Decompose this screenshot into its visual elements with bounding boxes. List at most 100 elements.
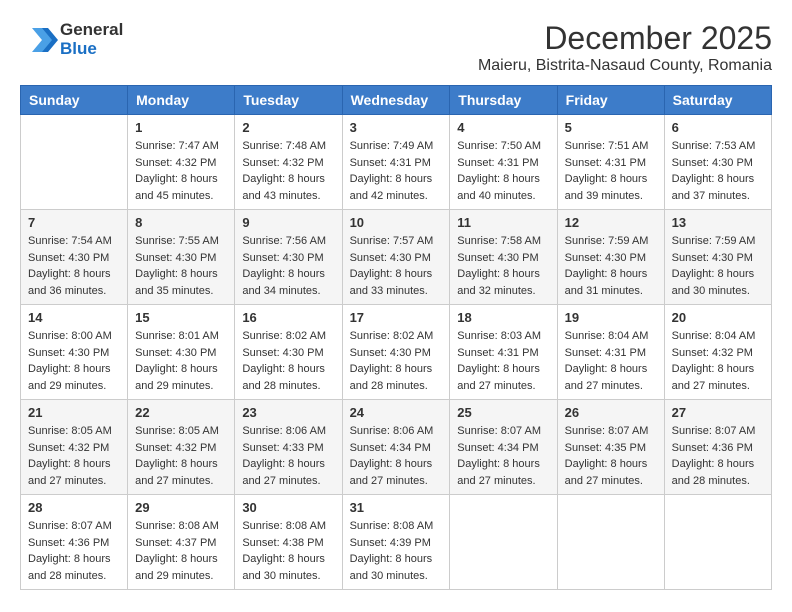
calendar-cell <box>557 495 664 590</box>
calendar-week-row: 14 Sunrise: 8:00 AM Sunset: 4:30 PM Dayli… <box>21 305 772 400</box>
day-info: Sunrise: 8:04 AM Sunset: 4:31 PM Dayligh… <box>565 328 657 394</box>
day-number: 30 <box>242 500 334 515</box>
logo: General Blue <box>20 20 123 60</box>
day-number: 9 <box>242 215 334 230</box>
day-info: Sunrise: 8:06 AM Sunset: 4:33 PM Dayligh… <box>242 423 334 489</box>
calendar-cell: 27Sunrise: 8:07 AM Sunset: 4:36 PM Dayli… <box>664 400 771 495</box>
page-header: General Blue December 2025 Maieru, Bistr… <box>20 20 772 75</box>
day-number: 26 <box>565 405 657 420</box>
day-info: Sunrise: 7:54 AM Sunset: 4:30 PM Dayligh… <box>28 233 120 299</box>
day-number: 16 <box>242 310 334 325</box>
day-number: 20 <box>672 310 764 325</box>
calendar-cell: 31Sunrise: 8:08 AM Sunset: 4:39 PM Dayli… <box>342 495 450 590</box>
day-number: 28 <box>28 500 120 515</box>
day-info: Sunrise: 7:58 AM Sunset: 4:30 PM Dayligh… <box>457 233 549 299</box>
calendar-cell: 9 Sunrise: 7:56 AM Sunset: 4:30 PM Daylig… <box>235 210 342 305</box>
day-number: 5 <box>565 120 657 135</box>
calendar-cell: 29 Sunrise: 8:08 AM Sunset: 4:37 PM Dayli… <box>128 495 235 590</box>
day-info: Sunrise: 8:08 AM Sunset: 4:37 PM Dayligh… <box>135 518 227 584</box>
day-number: 31 <box>350 500 443 515</box>
calendar-cell: 16 Sunrise: 8:02 AM Sunset: 4:30 PM Dayli… <box>235 305 342 400</box>
calendar-cell: 18Sunrise: 8:03 AM Sunset: 4:31 PM Dayli… <box>450 305 557 400</box>
calendar-cell: 26Sunrise: 8:07 AM Sunset: 4:35 PM Dayli… <box>557 400 664 495</box>
calendar-cell: 25 Sunrise: 8:07 AM Sunset: 4:34 PM Dayli… <box>450 400 557 495</box>
calendar-cell: 7 Sunrise: 7:54 AM Sunset: 4:30 PM Daylig… <box>21 210 128 305</box>
day-info: Sunrise: 7:49 AM Sunset: 4:31 PM Dayligh… <box>350 138 443 204</box>
calendar-cell <box>450 495 557 590</box>
day-info: Sunrise: 7:47 AM Sunset: 4:32 PM Dayligh… <box>135 138 227 204</box>
day-info: Sunrise: 7:50 AM Sunset: 4:31 PM Dayligh… <box>457 138 549 204</box>
day-number: 10 <box>350 215 443 230</box>
weekday-header: Friday <box>557 86 664 115</box>
day-info: Sunrise: 8:07 AM Sunset: 4:36 PM Dayligh… <box>28 518 120 584</box>
weekday-header: Saturday <box>664 86 771 115</box>
day-info: Sunrise: 7:53 AM Sunset: 4:30 PM Dayligh… <box>672 138 764 204</box>
calendar-week-row: 28 Sunrise: 8:07 AM Sunset: 4:36 PM Dayli… <box>21 495 772 590</box>
day-info: Sunrise: 8:05 AM Sunset: 4:32 PM Dayligh… <box>135 423 227 489</box>
logo-icon <box>20 20 60 60</box>
calendar-cell: 19 Sunrise: 8:04 AM Sunset: 4:31 PM Dayli… <box>557 305 664 400</box>
calendar-cell: 22Sunrise: 8:05 AM Sunset: 4:32 PM Dayli… <box>128 400 235 495</box>
day-info: Sunrise: 7:56 AM Sunset: 4:30 PM Dayligh… <box>242 233 334 299</box>
day-number: 18 <box>457 310 549 325</box>
day-number: 25 <box>457 405 549 420</box>
day-number: 8 <box>135 215 227 230</box>
day-info: Sunrise: 7:59 AM Sunset: 4:30 PM Dayligh… <box>565 233 657 299</box>
calendar-cell: 30 Sunrise: 8:08 AM Sunset: 4:38 PM Dayli… <box>235 495 342 590</box>
calendar-cell: 3 Sunrise: 7:49 AM Sunset: 4:31 PM Daylig… <box>342 115 450 210</box>
day-info: Sunrise: 8:00 AM Sunset: 4:30 PM Dayligh… <box>28 328 120 394</box>
calendar-cell: 1Sunrise: 7:47 AM Sunset: 4:32 PM Daylig… <box>128 115 235 210</box>
day-number: 11 <box>457 215 549 230</box>
day-number: 21 <box>28 405 120 420</box>
day-number: 14 <box>28 310 120 325</box>
calendar-cell: 15Sunrise: 8:01 AM Sunset: 4:30 PM Dayli… <box>128 305 235 400</box>
calendar-cell <box>664 495 771 590</box>
day-info: Sunrise: 7:48 AM Sunset: 4:32 PM Dayligh… <box>242 138 334 204</box>
day-number: 29 <box>135 500 227 515</box>
day-number: 15 <box>135 310 227 325</box>
day-number: 19 <box>565 310 657 325</box>
day-info: Sunrise: 8:02 AM Sunset: 4:30 PM Dayligh… <box>242 328 334 394</box>
calendar-cell: 28 Sunrise: 8:07 AM Sunset: 4:36 PM Dayli… <box>21 495 128 590</box>
day-info: Sunrise: 8:02 AM Sunset: 4:30 PM Dayligh… <box>350 328 443 394</box>
weekday-header: Wednesday <box>342 86 450 115</box>
day-info: Sunrise: 7:57 AM Sunset: 4:30 PM Dayligh… <box>350 233 443 299</box>
calendar-cell: 5 Sunrise: 7:51 AM Sunset: 4:31 PM Daylig… <box>557 115 664 210</box>
day-info: Sunrise: 7:55 AM Sunset: 4:30 PM Dayligh… <box>135 233 227 299</box>
month-year-title: December 2025 <box>478 20 772 57</box>
day-info: Sunrise: 8:07 AM Sunset: 4:34 PM Dayligh… <box>457 423 549 489</box>
day-info: Sunrise: 8:04 AM Sunset: 4:32 PM Dayligh… <box>672 328 764 394</box>
day-info: Sunrise: 8:06 AM Sunset: 4:34 PM Dayligh… <box>350 423 443 489</box>
calendar-cell: 24 Sunrise: 8:06 AM Sunset: 4:34 PM Dayli… <box>342 400 450 495</box>
logo-blue: Blue <box>60 40 123 59</box>
day-number: 3 <box>350 120 443 135</box>
day-number: 23 <box>242 405 334 420</box>
weekday-header: Thursday <box>450 86 557 115</box>
calendar-cell: 2Sunrise: 7:48 AM Sunset: 4:32 PM Daylig… <box>235 115 342 210</box>
calendar-cell: 6 Sunrise: 7:53 AM Sunset: 4:30 PM Daylig… <box>664 115 771 210</box>
calendar-cell: 11 Sunrise: 7:58 AM Sunset: 4:30 PM Dayli… <box>450 210 557 305</box>
calendar-cell: 8 Sunrise: 7:55 AM Sunset: 4:30 PM Daylig… <box>128 210 235 305</box>
day-info: Sunrise: 7:51 AM Sunset: 4:31 PM Dayligh… <box>565 138 657 204</box>
calendar-week-row: 21 Sunrise: 8:05 AM Sunset: 4:32 PM Dayli… <box>21 400 772 495</box>
day-number: 7 <box>28 215 120 230</box>
weekday-header-row: SundayMondayTuesdayWednesdayThursdayFrid… <box>21 86 772 115</box>
location-subtitle: Maieru, Bistrita-Nasaud County, Romania <box>478 57 772 75</box>
title-section: December 2025 Maieru, Bistrita-Nasaud Co… <box>478 20 772 75</box>
calendar-week-row: 7 Sunrise: 7:54 AM Sunset: 4:30 PM Daylig… <box>21 210 772 305</box>
logo-text: General Blue <box>60 21 123 58</box>
day-info: Sunrise: 8:08 AM Sunset: 4:38 PM Dayligh… <box>242 518 334 584</box>
day-number: 6 <box>672 120 764 135</box>
calendar-cell: 23 Sunrise: 8:06 AM Sunset: 4:33 PM Dayli… <box>235 400 342 495</box>
calendar-cell: 20 Sunrise: 8:04 AM Sunset: 4:32 PM Dayli… <box>664 305 771 400</box>
calendar-cell: 17Sunrise: 8:02 AM Sunset: 4:30 PM Dayli… <box>342 305 450 400</box>
calendar-table: SundayMondayTuesdayWednesdayThursdayFrid… <box>20 85 772 590</box>
weekday-header: Sunday <box>21 86 128 115</box>
logo-general: General <box>60 21 123 40</box>
calendar-cell: 12Sunrise: 7:59 AM Sunset: 4:30 PM Dayli… <box>557 210 664 305</box>
weekday-header: Tuesday <box>235 86 342 115</box>
calendar-cell: 13Sunrise: 7:59 AM Sunset: 4:30 PM Dayli… <box>664 210 771 305</box>
day-number: 4 <box>457 120 549 135</box>
day-number: 24 <box>350 405 443 420</box>
calendar-cell: 21Sunrise: 8:05 AM Sunset: 4:32 PM Dayli… <box>21 400 128 495</box>
